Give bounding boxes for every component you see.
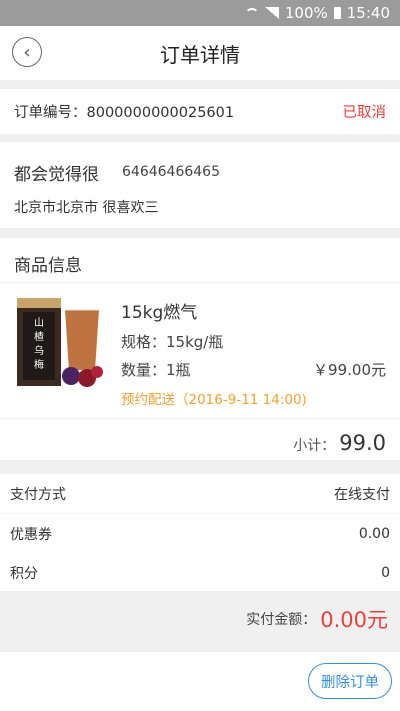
svg-text:山: 山 bbox=[34, 317, 44, 329]
clock: 15:40 bbox=[346, 4, 390, 22]
goods-section-title: 商品信息 bbox=[14, 256, 82, 276]
actual-payment-value: 0.00元 bbox=[320, 607, 388, 632]
product-name: 15kg燃气 bbox=[121, 303, 198, 323]
chevron-left-icon: ‹ bbox=[23, 41, 31, 63]
points-label: 积分 bbox=[10, 565, 38, 582]
product-quantity: 数量：1瓶 bbox=[121, 361, 191, 379]
subtotal-value: 99.0 bbox=[339, 431, 386, 455]
battery-icon bbox=[333, 7, 341, 19]
payment-method-label: 支付方式 bbox=[10, 486, 66, 503]
battery-level: 100% bbox=[284, 4, 328, 22]
recipient-name: 都会觉得很 bbox=[14, 165, 99, 185]
divider bbox=[0, 418, 400, 419]
divider bbox=[0, 282, 400, 283]
header: ‹ 订单详情 bbox=[0, 26, 400, 80]
product-image: 山 楂 乌 梅 bbox=[17, 298, 103, 387]
wifi-icon bbox=[244, 7, 259, 19]
points-row: 积分 0 bbox=[0, 553, 400, 592]
back-button[interactable]: ‹ bbox=[12, 37, 42, 67]
signal-icon bbox=[264, 7, 279, 19]
order-number: 订单编号：8000000000025601 bbox=[14, 105, 235, 121]
coupon-value: 0.00 bbox=[358, 525, 390, 542]
coupon-row: 优惠券 0.00 bbox=[0, 514, 400, 553]
payment-method-row: 支付方式 在线支付 bbox=[0, 474, 400, 513]
status-bar: 100% 15:40 bbox=[0, 0, 400, 26]
svg-text:梅: 梅 bbox=[34, 358, 44, 371]
recipient-phone: 64646466465 bbox=[122, 164, 220, 180]
coupon-label: 优惠券 bbox=[10, 526, 52, 543]
subtotal-label: 小计： bbox=[293, 438, 336, 454]
delete-order-button[interactable]: 删除订单 bbox=[308, 663, 392, 699]
delivery-time: 预约配送（2016-9-11 14:00) bbox=[121, 392, 307, 408]
points-value: 0 bbox=[381, 564, 390, 581]
goods-card: 商品信息 山 楂 乌 梅 15kg燃气 规格：15kg/瓶 数量：1瓶 ￥99.… bbox=[0, 238, 400, 460]
payment-method-value: 在线支付 bbox=[334, 486, 390, 503]
recipient-address: 北京市北京市 很喜欢三 bbox=[14, 200, 159, 216]
svg-text:楂: 楂 bbox=[34, 330, 44, 343]
order-number-row: 订单编号：8000000000025601 已取消 bbox=[0, 89, 400, 134]
address-card: 都会觉得很 64646466465 北京市北京市 很喜欢三 bbox=[0, 142, 400, 228]
product-spec: 规格：15kg/瓶 bbox=[121, 333, 224, 351]
bottom-action-bar: 删除订单 bbox=[0, 652, 400, 711]
page-title: 订单详情 bbox=[160, 42, 240, 67]
svg-text:乌: 乌 bbox=[34, 344, 44, 357]
order-status: 已取消 bbox=[342, 105, 387, 121]
product-price: ￥99.00元 bbox=[313, 361, 386, 379]
subtotal: 小计： 99.0 bbox=[293, 431, 386, 455]
actual-payment-label: 实付金额： bbox=[246, 611, 317, 628]
actual-payment: 实付金额： 0.00元 bbox=[0, 591, 400, 646]
